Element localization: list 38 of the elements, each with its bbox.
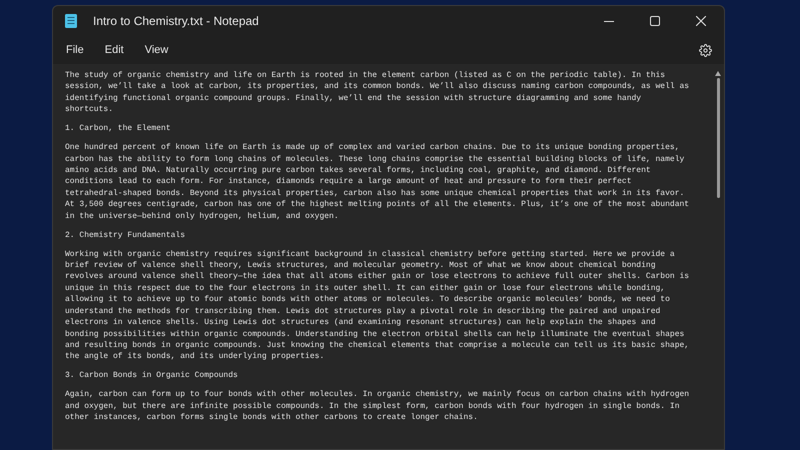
settings-icon[interactable] — [699, 44, 712, 56]
text-line: and resulting bonds in organic compounds. Just knowing the chemical elements that comprise a molecule can tell us its basic shape, — [65, 340, 690, 352]
text-line: amino acids and DNA. Naturally occurring pure carbon takes several forms, including coal, graphite, and diamond. Different — [65, 165, 652, 176]
text-line: other instances, carbon forms single bonds with other carbons to create longer chains. — [65, 412, 479, 424]
text-line: carbon has the ability to form long chains of molecules. These long chains comprise the essential building blocks of life, namely — [65, 154, 686, 166]
text-line: and oxygen, but there are infinite possible compounds. In the simplest form, carbon bonds with four hydrogen in single bonds. In — [65, 400, 680, 412]
text-line: 3. Carbon Bonds in Organic Compounds — [65, 370, 239, 382]
menu-item[interactable]: Edit — [98, 42, 131, 58]
text-line: 1. Carbon, the Element — [65, 123, 172, 135]
menu-item[interactable]: File — [59, 42, 91, 58]
maximize-icon — [650, 16, 660, 26]
scrollbar-thumb[interactable] — [716, 78, 720, 198]
text-line: session, we’ll take a look at carbon, its properties, and its common bonds. We’ll also discuss naming carbon compounds, as well as — [65, 81, 690, 93]
text-line: bonding possibilities within organic compounds. Understanding the electron orbital shells can help illuminate the eventual shapes — [65, 328, 686, 340]
text-line: The study of organic chemistry and life on Earth is rooted in the element carbon (listed as C on the periodic table). In this — [65, 70, 666, 82]
text-line: 2. Chemistry Fundamentals — [65, 230, 186, 242]
menu-item[interactable]: View — [138, 42, 176, 58]
text-line: Working with organic chemistry requires significant background in classical chemistry before getting started. Here we provide a — [65, 248, 676, 260]
window-title: Intro to Chemistry.txt - Notepad — [93, 13, 259, 30]
text-line: revolves around valence shell theory—the idea that all atoms either gain or lose electrons to achieve full outer shells. Carbon is — [65, 271, 690, 283]
minimize-icon — [604, 20, 614, 22]
text-line: unique in this respect due to the four electrons in its outer shell. It can either gain or lose four electrons while bonding, — [65, 282, 666, 294]
notepad-icon — [65, 14, 77, 28]
text-line: Again, carbon can form up to four bonds with other molecules. In organic chemistry, we mainly focus on carbon chains with hydrogen — [65, 389, 690, 401]
text-line: conditions lead to each form. For instance, diamonds require a large amount of heat and pressure to form their perfect — [65, 176, 632, 188]
text-line: brief review of valence shell theory, Lewis structures, and molecular geometry. Most of what we know about chemical bonding — [65, 260, 656, 272]
text-line: the angle of its bonds, and its underlying properties. — [65, 351, 326, 363]
close-icon — [696, 16, 706, 26]
text-line: identifying functional organic compound groups. Finally, we’ll end the session with structure diagramming and some handy — [65, 92, 642, 104]
text-line: At 3,500 degrees centigrade, carbon has one of the highest melting points of all the elements. Plus, it’s one of the most abundant — [65, 199, 690, 211]
text-line: in the universe—behind only hydrogen, helium, and oxygen. — [65, 210, 340, 222]
text-line: shortcuts. — [65, 104, 114, 116]
text-line: understand the methods for transcribing them. Lewis dot structures play a pivotal role in describing the paired and unpaired — [65, 306, 662, 318]
text-line: tetrahedral-shaped bonds. Beyond its physical properties, carbon also has some unique chemical properties that work in its favor. — [65, 188, 686, 200]
text-line: One hundred percent of known life on Earth is made up of complex and varied carbon chains. Due to its unique bonding properties, — [65, 142, 680, 154]
scroll-up-icon — [715, 71, 721, 76]
text-line: allowing it to achieve up to four atomic bonds with other atoms or molecules. To describe organic molecules’ bonds, we need to — [65, 294, 671, 306]
text-line: electrons in valence shells. Using Lewis dot structures (and examining resonant structures) can help explain the shapes and — [65, 317, 656, 328]
